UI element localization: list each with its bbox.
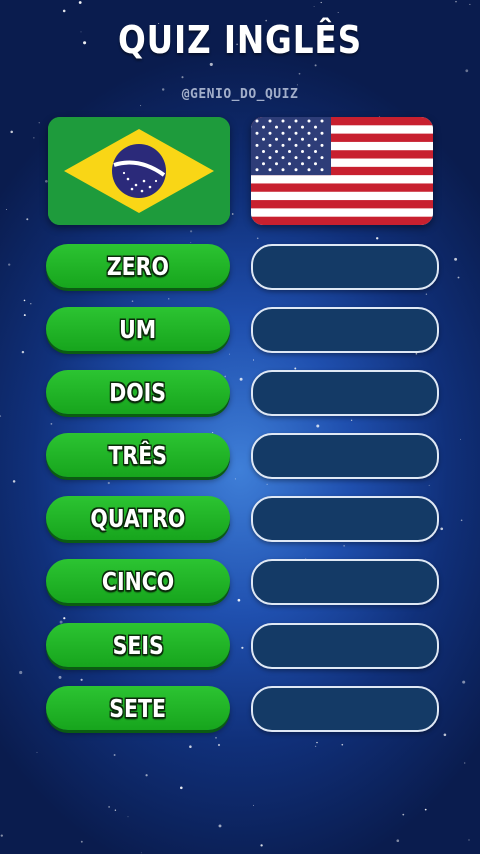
portuguese-word-pill: SEIS bbox=[46, 623, 230, 667]
english-answer-field[interactable] bbox=[251, 686, 439, 732]
page-title: QUIZ INGLÊS bbox=[117, 18, 363, 62]
english-answer-field[interactable] bbox=[251, 433, 439, 479]
portuguese-word-pill: CINCO bbox=[46, 559, 230, 603]
portuguese-word-pill: ZERO bbox=[46, 244, 230, 288]
usa-flag-icon bbox=[251, 117, 433, 225]
portuguese-word-label: UM bbox=[119, 314, 157, 344]
portuguese-word-pill: DOIS bbox=[46, 370, 230, 414]
portuguese-word-label: SETE bbox=[109, 693, 167, 723]
english-answer-field[interactable] bbox=[251, 370, 439, 416]
portuguese-word-pill: QUATRO bbox=[46, 496, 230, 540]
english-answer-field[interactable] bbox=[251, 307, 439, 353]
channel-handle: @GENIO_DO_QUIZ bbox=[181, 87, 299, 102]
portuguese-word-label: SEIS bbox=[112, 630, 164, 660]
brazil-flag-icon bbox=[48, 117, 230, 225]
english-answer-field[interactable] bbox=[251, 559, 439, 605]
portuguese-word-label: QUATRO bbox=[90, 503, 186, 533]
portuguese-word-pill: UM bbox=[46, 307, 230, 351]
portuguese-word-label: DOIS bbox=[109, 377, 167, 407]
english-answer-field[interactable] bbox=[251, 623, 439, 669]
portuguese-word-pill: SETE bbox=[46, 686, 230, 730]
portuguese-word-label: TRÊS bbox=[108, 440, 168, 470]
english-answer-field[interactable] bbox=[251, 244, 439, 290]
portuguese-word-label: ZERO bbox=[106, 251, 170, 281]
portuguese-word-label: CINCO bbox=[101, 566, 175, 596]
english-answer-field[interactable] bbox=[251, 496, 439, 542]
portuguese-word-pill: TRÊS bbox=[46, 433, 230, 477]
